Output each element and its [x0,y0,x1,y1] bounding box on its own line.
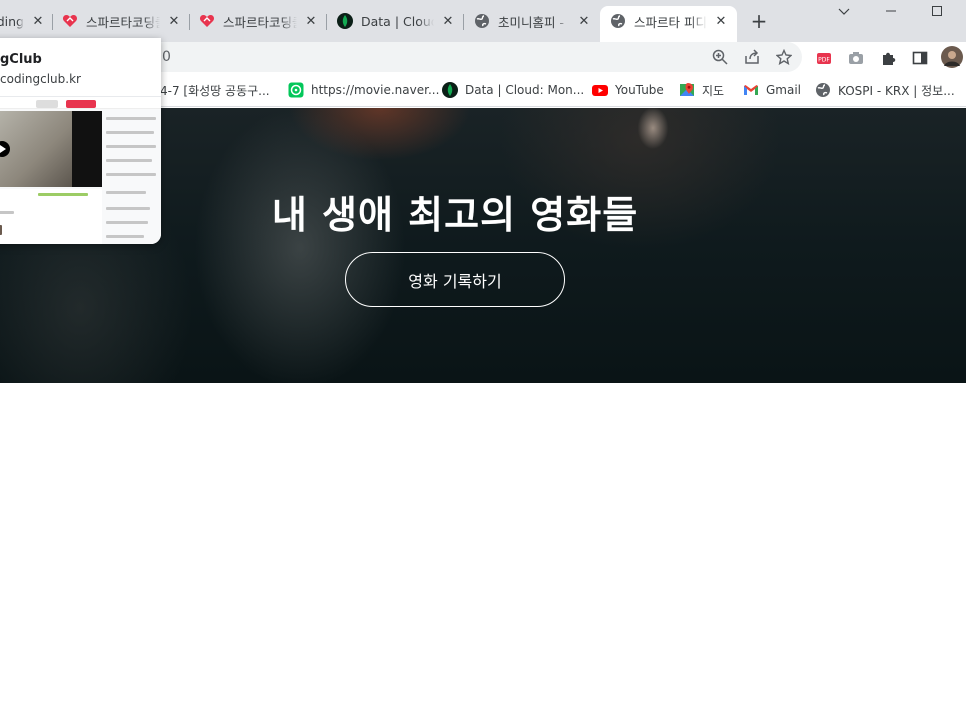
thumbnail-video [0,111,72,187]
svg-text:PDF: PDF [818,57,830,64]
tab-mongodb-data-cloud[interactable]: Data | Cloud: MongoDB ✕ [337,6,456,36]
bookmark-star-icon[interactable] [775,48,793,66]
bookmark-label: Gmail [766,83,802,97]
tab-search-chevron-icon[interactable] [836,4,852,20]
play-icon [0,141,10,157]
tab-mini-homepage[interactable]: 초미니홈피 - ✕ [474,6,592,36]
maximize-button[interactable] [929,4,945,20]
thumbnail-line [106,159,152,162]
new-tab-button[interactable]: + [749,11,769,31]
tab-title: SpartaCoding [0,13,24,29]
close-icon[interactable]: ✕ [30,13,46,29]
bookmark-label: YouTube [615,83,664,97]
bookmark-label: Data | Cloud: Mon... [465,83,585,97]
bookmark-kospi[interactable]: KOSPI - KRX | 정보... [815,80,955,100]
bookmark-hwaseong[interactable]: 4-7 [화성땅 공동구... [160,80,270,100]
tab-title: 스파르타 피디아 [634,14,707,30]
thumbnail-line [106,235,144,238]
sparta-heart-icon [199,13,215,29]
thumbnail-comments [0,189,102,244]
thumbnail-line [0,211,14,214]
bookmark-youtube[interactable]: YouTube [592,80,664,100]
camera-extension-icon[interactable] [847,49,865,67]
globe-icon [610,13,626,29]
tab-title: 스파르타코딩클럽 [86,14,160,30]
thumbnail-line [106,191,146,194]
bookmark-gmail[interactable]: Gmail [743,80,801,100]
extensions-puzzle-icon[interactable] [879,49,897,67]
tab-title: 초미니홈피 - [498,14,564,30]
side-panel-icon[interactable] [911,49,929,67]
close-icon[interactable]: ✕ [576,13,592,29]
record-movie-button[interactable]: 영화 기록하기 [345,252,565,307]
thumbnail-line [106,131,154,134]
close-icon[interactable]: ✕ [166,13,182,29]
mongodb-leaf-icon [442,82,458,98]
thumbnail-avatar [0,225,2,235]
bookmark-label: 지도 [702,83,725,98]
hero-background-image [618,108,678,168]
bookmark-maps[interactable]: 지도 [679,80,724,100]
thumbnail-button [36,100,58,108]
bookmark-label: https://movie.naver... [311,83,440,97]
tab-sparta-coding-club-2[interactable]: 스파르타코딩클럽 ✕ [199,6,319,36]
thumbnail-list [104,111,161,244]
tab-strip: SpartaCoding ✕ 스파르타코딩클럽 ✕ 스파르타코딩클럽 ✕ Dat… [0,0,966,42]
google-maps-icon [679,82,695,98]
thumbnail-button [66,100,96,108]
tab-separator [52,14,53,30]
tab-separator [326,14,327,30]
youtube-icon [592,82,608,98]
sparta-heart-icon [62,13,78,29]
pdf-extension-icon[interactable]: PDF [815,49,833,67]
profile-avatar[interactable] [941,46,963,68]
thumbnail-header [0,97,161,109]
close-icon[interactable]: ✕ [440,13,456,29]
bookmark-label: 4-7 [화성땅 공동구... [160,83,270,98]
globe-icon [474,13,490,29]
tab-sparta-coding-club-1[interactable]: 스파르타코딩클럽 ✕ [62,6,182,36]
thumbnail-line [106,145,156,148]
close-icon[interactable]: ✕ [713,13,729,29]
thumbnail-line [106,117,156,120]
naver-movie-icon [288,82,304,98]
address-url-text: 0 [162,49,171,65]
tab-title: 스파르타코딩클럽 [223,14,297,30]
hover-card-url: codingclub.kr [0,72,81,86]
zoom-icon[interactable] [711,48,729,66]
bookmark-naver-movie[interactable]: https://movie.naver... [288,80,439,100]
mongodb-leaf-icon [337,13,353,29]
thumbnail-video-side [72,111,102,187]
tab-separator [463,14,464,30]
tab-hover-card: gClub codingclub.kr [0,38,161,244]
tab-sparta-coding-1[interactable]: SpartaCoding ✕ [0,6,46,36]
thumbnail-line [38,193,88,196]
minimize-button[interactable] [883,4,899,20]
globe-icon [815,82,831,98]
close-icon[interactable]: ✕ [303,13,319,29]
tab-sparta-pedia-active[interactable]: 스파르타 피디아 ✕ [600,6,737,42]
thumbnail-line [106,173,156,176]
share-icon[interactable] [743,48,761,66]
thumbnail-line [106,207,150,210]
thumbnail-line [106,221,148,224]
bookmark-mongodb[interactable]: Data | Cloud: Mon... [442,80,584,100]
bookmark-label: KOSPI - KRX | 정보... [838,83,955,98]
tab-separator [189,14,190,30]
tab-title: Data | Cloud: MongoDB [361,13,434,29]
hover-card-title: gClub [0,52,42,67]
hover-card-thumbnail [0,96,161,244]
gmail-icon [743,82,759,98]
